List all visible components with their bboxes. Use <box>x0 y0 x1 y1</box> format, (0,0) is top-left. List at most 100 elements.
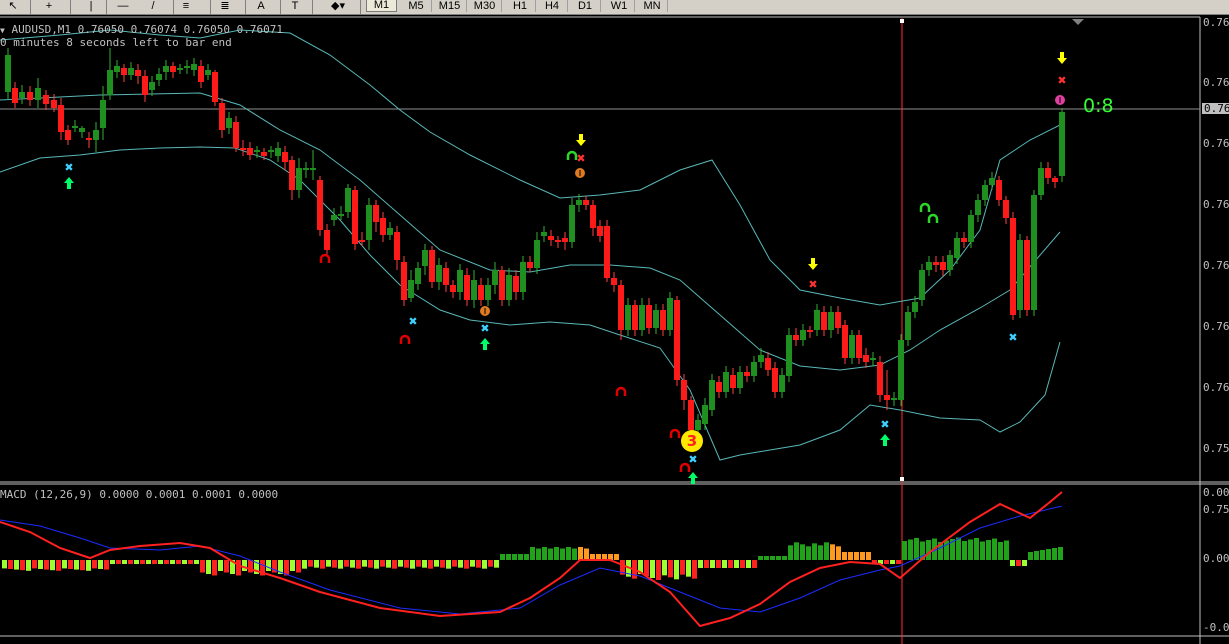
candle-body <box>996 180 1002 200</box>
macd-bar <box>818 545 823 560</box>
count-badge: 3 <box>681 430 703 452</box>
candle-body <box>569 205 575 242</box>
candle-body <box>653 310 659 328</box>
candle-body <box>744 372 750 376</box>
candle-body <box>541 232 547 236</box>
candle-body <box>429 250 435 282</box>
macd-bar <box>1040 550 1045 560</box>
candle-body <box>793 335 799 340</box>
macd-bar <box>302 560 307 569</box>
macd-bar <box>314 560 319 568</box>
candle-body <box>394 232 400 260</box>
candle-body <box>590 205 596 228</box>
candle-body <box>527 262 533 268</box>
candle <box>380 212 386 242</box>
candle-body <box>1052 178 1058 182</box>
macd-bar <box>176 560 181 564</box>
macd-bar <box>44 560 49 570</box>
macd-bar <box>524 554 529 560</box>
candle-body <box>86 138 92 140</box>
candle-body <box>730 375 736 388</box>
candle <box>863 348 869 368</box>
candle-body <box>170 66 176 72</box>
candle <box>149 76 155 96</box>
candle-body <box>954 238 960 258</box>
candle <box>282 146 288 170</box>
candle <box>618 280 624 340</box>
candle <box>849 330 855 364</box>
candle-body <box>625 305 631 330</box>
candle <box>786 328 792 382</box>
candle-body <box>604 226 610 278</box>
candle-body <box>58 105 64 132</box>
candle-body <box>891 398 897 400</box>
candle <box>107 48 113 100</box>
candle <box>702 398 708 430</box>
candle-body <box>79 128 85 132</box>
candle <box>65 125 71 145</box>
candle-body <box>478 285 484 300</box>
macd-bar <box>902 541 907 560</box>
macd-bar <box>542 547 547 560</box>
candle <box>898 334 904 406</box>
macd-bar <box>446 560 451 569</box>
macd-bar <box>890 560 895 564</box>
macd-bar <box>362 560 367 567</box>
candle-body <box>968 215 974 242</box>
cross-marker-icon: ✖ <box>688 453 697 466</box>
candle <box>86 132 92 148</box>
candle-body <box>919 270 925 300</box>
macd-bar <box>452 560 457 567</box>
candle <box>387 222 393 240</box>
macd-bar <box>338 560 343 569</box>
candle <box>590 200 596 236</box>
candle <box>667 292 673 336</box>
candle-body <box>709 380 715 410</box>
macd-bar <box>104 560 109 570</box>
candle <box>996 176 1002 206</box>
macd-bar <box>776 556 781 560</box>
macd-level-label: 0.00 <box>1203 486 1229 499</box>
candle <box>198 60 204 88</box>
candle <box>562 232 568 250</box>
candle-body <box>975 200 981 215</box>
candle-body <box>303 168 309 170</box>
candle <box>982 180 988 206</box>
macd-bar <box>740 560 745 568</box>
candle-body <box>226 118 232 128</box>
bollinger-band-middle <box>0 92 1061 371</box>
price-label: 0.76 <box>1203 198 1229 211</box>
cross-marker-icon: ✖ <box>1057 74 1066 87</box>
candle <box>324 224 330 256</box>
macd-bar <box>992 538 997 560</box>
macd-bar <box>236 560 241 576</box>
candle-body <box>19 92 25 98</box>
macd-level-label: -0.00 <box>1203 621 1229 634</box>
candle-body <box>842 325 848 358</box>
price-label: 0.76 <box>1203 259 1229 272</box>
candle-body <box>457 270 463 292</box>
candle <box>429 246 435 288</box>
candle <box>1038 162 1044 200</box>
macd-bar <box>392 560 397 569</box>
candle <box>744 366 750 382</box>
candle <box>72 120 78 132</box>
candle <box>499 266 505 306</box>
macd-bar <box>734 560 739 568</box>
candle <box>1059 108 1065 182</box>
candle <box>310 150 316 180</box>
candle-body <box>12 88 18 103</box>
macd-bar <box>692 560 697 579</box>
candle-body <box>1059 112 1065 176</box>
macd-bar <box>386 560 391 568</box>
candle-body <box>639 305 645 330</box>
buy-arrow-icon <box>880 434 890 446</box>
macd-bar <box>158 560 163 564</box>
macd-bar <box>422 560 427 568</box>
candle-body <box>261 152 267 156</box>
chart-canvas[interactable]: ✖ ✖ ✖ ✖ ✖ ✖ ✖ ✖ ✖ <box>0 0 1229 644</box>
candle-body <box>597 226 603 236</box>
candle-body <box>548 236 554 240</box>
macd-bar <box>2 560 7 569</box>
candle-body <box>366 205 372 240</box>
